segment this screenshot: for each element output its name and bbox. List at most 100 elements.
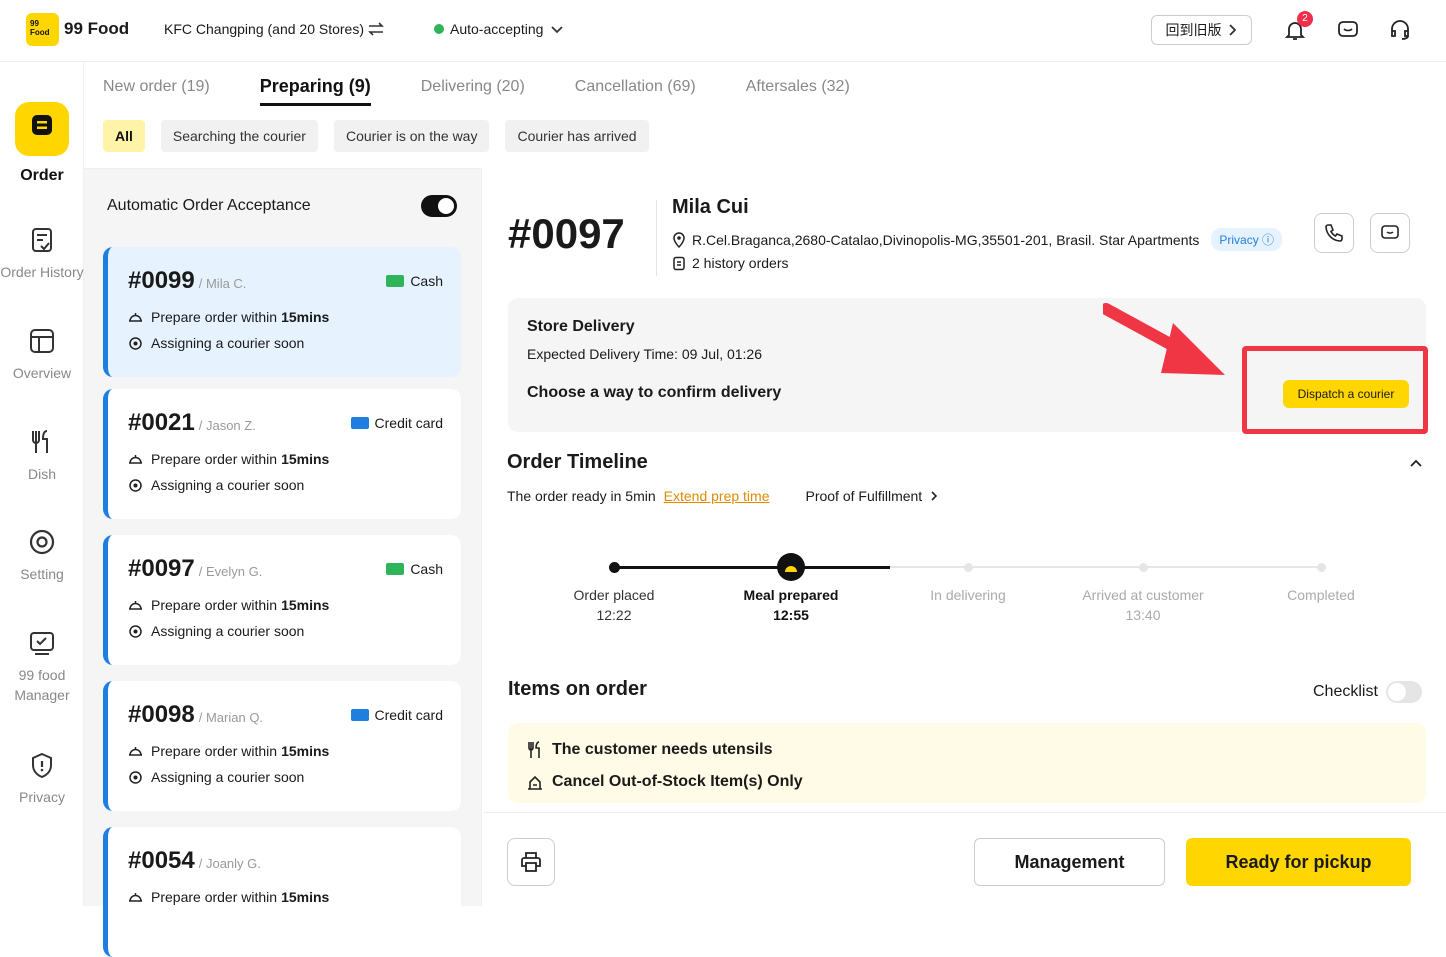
timeline-dot-completed	[1317, 563, 1326, 572]
tab-aftersales[interactable]: Aftersales (32)	[746, 78, 850, 106]
location-pin-icon	[673, 231, 685, 248]
checklist-label: Checklist	[1313, 683, 1378, 700]
prepare-mins: 15mins	[281, 451, 330, 467]
checklist-toggle-row: Checklist	[1313, 681, 1422, 703]
red-arrow-annotation	[1103, 303, 1225, 375]
step-time: 12:55	[773, 607, 809, 623]
prepare-mins: 15mins	[281, 889, 330, 905]
auto-accept-label: Auto-accepting	[450, 21, 544, 37]
out-of-stock-icon	[528, 775, 542, 790]
dispatch-courier-button[interactable]: Dispatch a courier	[1283, 380, 1409, 408]
notification-badge: 2	[1297, 11, 1313, 27]
order-icon	[15, 102, 69, 156]
tab-preparing[interactable]: Preparing (9)	[259, 76, 371, 106]
history-icon	[673, 256, 685, 270]
sidebar-item-order-history[interactable]: Order History	[0, 226, 84, 282]
order-card[interactable]: #0099/ Mila C. Cash Prepare order within…	[103, 247, 461, 377]
proof-of-fulfillment-link[interactable]: Proof of Fulfillment	[805, 488, 938, 504]
chevron-right-icon	[931, 491, 938, 501]
timeline-progress	[614, 566, 890, 569]
order-detail-panel: #0097 Mila Cui R.Cel.Braganca,2680-Catal…	[483, 168, 1446, 906]
brand-name: 99 Food	[64, 19, 130, 38]
online-status-dot	[434, 24, 444, 34]
auto-accept-status[interactable]: Auto-accepting	[434, 21, 565, 37]
sidebar-item-overview[interactable]: Overview	[0, 327, 84, 383]
prepare-text: Prepare order within	[151, 889, 278, 905]
order-card[interactable]: #0097/ Evelyn G. Cash Prepare order with…	[103, 535, 461, 665]
chevron-up-icon[interactable]	[1408, 455, 1424, 471]
auto-accept-toggle[interactable]	[421, 195, 457, 217]
timeline-dot-order-placed	[609, 562, 620, 573]
old-version-button[interactable]: 回到旧版	[1151, 15, 1252, 45]
courier-status: Assigning a courier soon	[151, 335, 305, 351]
filter-searching-courier[interactable]: Searching the courier	[160, 120, 318, 152]
timeline-dot-meal-prepared	[777, 553, 805, 581]
privacy-tag[interactable]: Privacy ⓘ	[1211, 228, 1283, 251]
step-label: Arrived at customer	[1082, 587, 1204, 603]
sidebar-item-label: Dish	[27, 466, 56, 482]
prepare-text: Prepare order within	[151, 309, 278, 325]
step-label: Order placed	[573, 587, 655, 603]
filter-courier-arrived[interactable]: Courier has arrived	[505, 120, 649, 152]
timeline-subline: The order ready in 5min Extend prep time…	[507, 488, 938, 504]
cloche-icon	[784, 566, 798, 572]
courier-status: Assigning a courier soon	[151, 769, 305, 785]
checklist-toggle[interactable]	[1385, 681, 1422, 703]
history-orders[interactable]: 2 history orders	[692, 255, 788, 271]
sidebar-item-dish[interactable]: Dish	[0, 428, 84, 484]
courier-icon	[129, 624, 142, 638]
payment-method: Credit card	[374, 707, 443, 723]
store-selector[interactable]: KFC Changping (and 20 Stores)	[164, 21, 384, 37]
side-nav: Order Order History Overview Dish Settin…	[0, 62, 84, 906]
chat-icon	[1381, 225, 1399, 239]
sidebar-item-setting[interactable]: Setting	[0, 528, 84, 584]
step-label: Completed	[1287, 587, 1355, 603]
note-text: The customer needs utensils	[552, 741, 773, 758]
utensils-icon	[528, 741, 540, 758]
confirm-delivery-prompt: Choose a way to confirm delivery	[527, 384, 782, 401]
detail-order-number: #0097	[508, 210, 625, 257]
items-title: Items on order	[508, 678, 647, 700]
order-customer: / Evelyn G.	[198, 564, 263, 579]
tab-delivering[interactable]: Delivering (20)	[421, 78, 525, 106]
proof-label: Proof of Fulfillment	[805, 488, 923, 504]
message-button[interactable]	[1370, 213, 1410, 253]
printer-icon	[521, 852, 541, 872]
top-bar: 99 Food 99 Food KFC Changping (and 20 Sto…	[0, 0, 1446, 62]
timeline-title: Order Timeline	[507, 451, 648, 473]
tab-cancellation[interactable]: Cancellation (69)	[575, 78, 696, 106]
order-card[interactable]: #0098/ Marian Q. Credit card Prepare ord…	[103, 681, 461, 811]
old-version-label: 回到旧版	[1165, 22, 1222, 38]
sidebar-item-manager[interactable]: 99 food Manager	[0, 629, 84, 705]
filter-all[interactable]: All	[103, 120, 145, 152]
sidebar-item-order[interactable]: Order	[0, 102, 84, 186]
order-customer: / Joanly G.	[198, 856, 261, 871]
order-number: #0021	[128, 409, 195, 436]
order-card[interactable]: #0021/ Jason Z. Credit card Prepare orde…	[103, 389, 461, 519]
timeline-step: Completed	[1241, 585, 1401, 605]
tab-new-order[interactable]: New order (19)	[103, 78, 210, 106]
sidebar-item-label: Privacy	[19, 789, 65, 805]
timeline-step: In delivering	[888, 585, 1048, 605]
phone-icon	[1325, 224, 1343, 242]
courier-icon	[129, 770, 142, 784]
ready-in-text: The order ready in 5min	[507, 488, 656, 504]
courier-status: Assigning a courier soon	[151, 477, 305, 493]
headset-icon[interactable]	[1388, 18, 1412, 42]
order-card[interactable]: #0054/ Joanly G. Prepare order within 15m…	[103, 827, 461, 957]
chevron-right-icon	[1228, 24, 1236, 36]
step-time: 13:40	[1125, 607, 1161, 623]
customer-name: Mila Cui	[672, 196, 749, 218]
call-button[interactable]	[1314, 213, 1354, 253]
sidebar-item-privacy[interactable]: Privacy	[0, 751, 84, 807]
management-button[interactable]: Management	[974, 838, 1165, 886]
extend-prep-time-link[interactable]: Extend prep time	[664, 488, 770, 504]
cloche-icon	[129, 747, 142, 756]
ready-for-pickup-button[interactable]: Ready for pickup	[1186, 838, 1411, 886]
payment-method: Credit card	[374, 415, 443, 431]
print-button[interactable]	[507, 838, 555, 886]
chat-icon[interactable]	[1336, 18, 1360, 42]
cloche-icon	[129, 455, 142, 464]
filter-courier-on-way[interactable]: Courier is on the way	[333, 120, 490, 152]
payment-method: Cash	[410, 561, 443, 577]
